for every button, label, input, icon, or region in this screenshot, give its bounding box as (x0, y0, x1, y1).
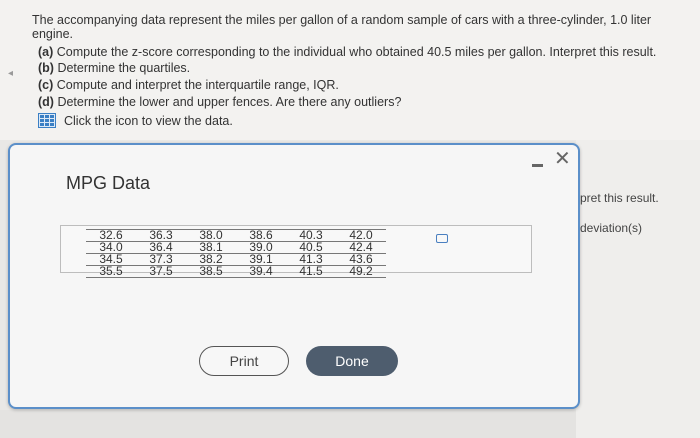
part-label: (a) (38, 45, 54, 59)
part-a: (a) Compute the z-score corresponding to… (38, 45, 656, 59)
part-d: (d) Determine the lower and upper fences… (38, 95, 401, 109)
table-row: 35.5 37.5 38.5 39.4 41.5 49.2 (86, 265, 386, 278)
mpg-data-dialog: MPG Data ✕ 32.6 36.3 38.0 38.6 40.3 42.0… (8, 143, 580, 409)
part-text: Compute and interpret the interquartile … (56, 78, 339, 92)
table-row: 34.5 37.3 38.2 39.1 41.3 43.6 (86, 253, 386, 266)
table-cell: 35.5 (86, 265, 136, 278)
mpg-data-table: 32.6 36.3 38.0 38.6 40.3 42.0 34.0 36.4 … (86, 229, 386, 278)
question-panel: The accompanying data represent the mile… (0, 0, 700, 140)
part-b: (b) Determine the quartiles. (38, 61, 190, 75)
view-data-label[interactable]: Click the icon to view the data. (64, 114, 233, 128)
part-label: (d) (38, 95, 54, 109)
table-cell: 41.5 (286, 265, 336, 278)
part-c: (c) Compute and interpret the interquart… (38, 78, 339, 92)
question-intro: The accompanying data represent the mile… (32, 13, 652, 41)
copy-data-icon[interactable] (436, 234, 448, 243)
background-bottom (0, 410, 576, 438)
table-row: 34.0 36.4 38.1 39.0 40.5 42.4 (86, 241, 386, 254)
minimize-icon[interactable] (530, 153, 546, 169)
print-button[interactable]: Print (199, 346, 289, 376)
done-button[interactable]: Done (306, 346, 398, 376)
background-text-1: pret this result. (580, 191, 659, 205)
collapse-arrow-icon[interactable]: ◂ (8, 68, 13, 79)
close-icon[interactable]: ✕ (554, 149, 571, 169)
background-panel (576, 140, 700, 438)
table-cell: 39.4 (236, 265, 286, 278)
part-label: (b) (38, 61, 54, 75)
table-cell: 38.5 (186, 265, 236, 278)
part-text: Compute the z-score corresponding to the… (56, 45, 657, 59)
view-data-link[interactable]: Click the icon to view the data. (38, 113, 233, 128)
background-text-2: deviation(s) (580, 221, 643, 235)
part-text: Determine the quartiles. (57, 61, 191, 75)
table-cell: 49.2 (336, 265, 386, 278)
data-table-icon[interactable] (38, 113, 56, 128)
dialog-title: MPG Data (66, 173, 151, 193)
part-label: (c) (38, 78, 54, 92)
table-cell: 37.5 (136, 265, 186, 278)
table-row: 32.6 36.3 38.0 38.6 40.3 42.0 (86, 229, 386, 242)
part-text: Determine the lower and upper fences. Ar… (57, 95, 402, 109)
